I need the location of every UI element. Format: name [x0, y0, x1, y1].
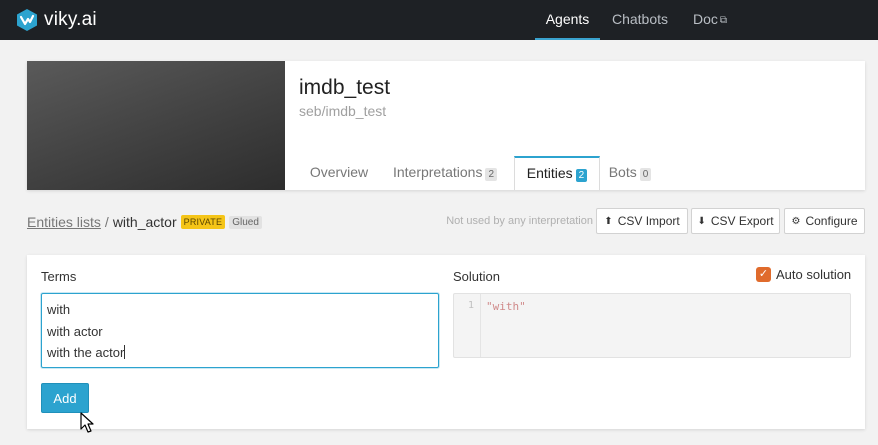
nav-agents[interactable]: Agents — [535, 0, 600, 40]
csv-import-button[interactable]: ⬆ CSV Import — [596, 208, 688, 234]
agent-name: imdb_test — [299, 76, 391, 99]
entities-count-badge: 2 — [575, 169, 588, 182]
text-caret — [124, 345, 126, 359]
tab-interpretations-label: Interpretations — [392, 164, 483, 180]
solution-label: Solution — [453, 269, 500, 284]
tab-overview[interactable]: Overview — [299, 157, 379, 190]
solution-code: "with" — [486, 300, 526, 313]
term-line: with actor — [47, 323, 103, 339]
add-button[interactable]: Add — [41, 383, 89, 413]
configure-label: Configure — [805, 214, 858, 228]
nav-chatbots[interactable]: Chatbots — [600, 0, 680, 40]
bots-count-badge: 0 — [639, 168, 652, 181]
download-icon: ⬇ — [697, 215, 706, 227]
gear-icon: ⚙ — [791, 215, 801, 227]
viky-logo-icon — [17, 9, 37, 31]
solution-code-editor[interactable]: 1 "with" — [453, 293, 851, 358]
tab-bots[interactable]: Bots 0 — [605, 157, 655, 190]
agent-slug: seb/imdb_test — [299, 103, 387, 119]
breadcrumb-separator: / — [104, 214, 109, 230]
external-link-icon: ⧉ — [719, 15, 728, 26]
agent-header-card: imdb_test seb/imdb_test Overview Interpr… — [27, 61, 865, 190]
top-navbar: viky.ai Agents Chatbots Doc ⧉ — [0, 0, 878, 40]
terms-label: Terms — [41, 269, 77, 284]
line-number-gutter: 1 — [454, 294, 481, 357]
tab-entities-label: Entities — [526, 165, 573, 181]
term-line: with the actor — [47, 342, 433, 364]
private-badge: PRIVATE — [180, 215, 226, 229]
mouse-cursor-icon — [80, 412, 94, 433]
auto-solution-toggle[interactable]: ✓ Auto solution — [756, 267, 851, 282]
term-line-text: with the actor — [47, 345, 125, 360]
tab-overview-label: Overview — [309, 164, 369, 180]
entity-form-card: Terms with with actor with the actor Sol… — [27, 255, 865, 429]
tab-interpretations[interactable]: Interpretations 2 — [384, 157, 506, 190]
breadcrumb: Entities lists / with_actor PRIVATE Glue… — [27, 213, 262, 231]
agent-image — [27, 61, 285, 190]
usage-note: Not used by any interpretation — [446, 215, 593, 227]
csv-export-label: CSV Export — [710, 214, 774, 228]
auto-solution-label: Auto solution — [776, 267, 852, 282]
configure-button[interactable]: ⚙ Configure — [784, 208, 865, 234]
interpretations-count-badge: 2 — [485, 168, 498, 181]
brand-name: viky.ai — [44, 9, 97, 30]
tab-entities[interactable]: Entities 2 — [514, 156, 600, 190]
csv-export-button[interactable]: ⬇ CSV Export — [691, 208, 780, 234]
tab-bots-label: Bots — [608, 164, 637, 180]
checkbox-checked-icon[interactable]: ✓ — [756, 267, 771, 282]
upload-icon: ⬆ — [604, 215, 613, 227]
nav-doc[interactable]: Doc ⧉ — [680, 0, 740, 40]
breadcrumb-entities-lists-link[interactable]: Entities lists — [27, 214, 101, 230]
term-line: with — [47, 302, 71, 317]
csv-import-label: CSV Import — [617, 214, 680, 228]
brand-logo[interactable]: viky.ai — [15, 7, 97, 33]
glued-badge: Glued — [229, 215, 262, 229]
breadcrumb-current: with_actor — [112, 214, 177, 230]
terms-textarea[interactable]: with with actor with the actor — [41, 293, 439, 368]
nav-doc-label: Doc — [692, 11, 718, 27]
